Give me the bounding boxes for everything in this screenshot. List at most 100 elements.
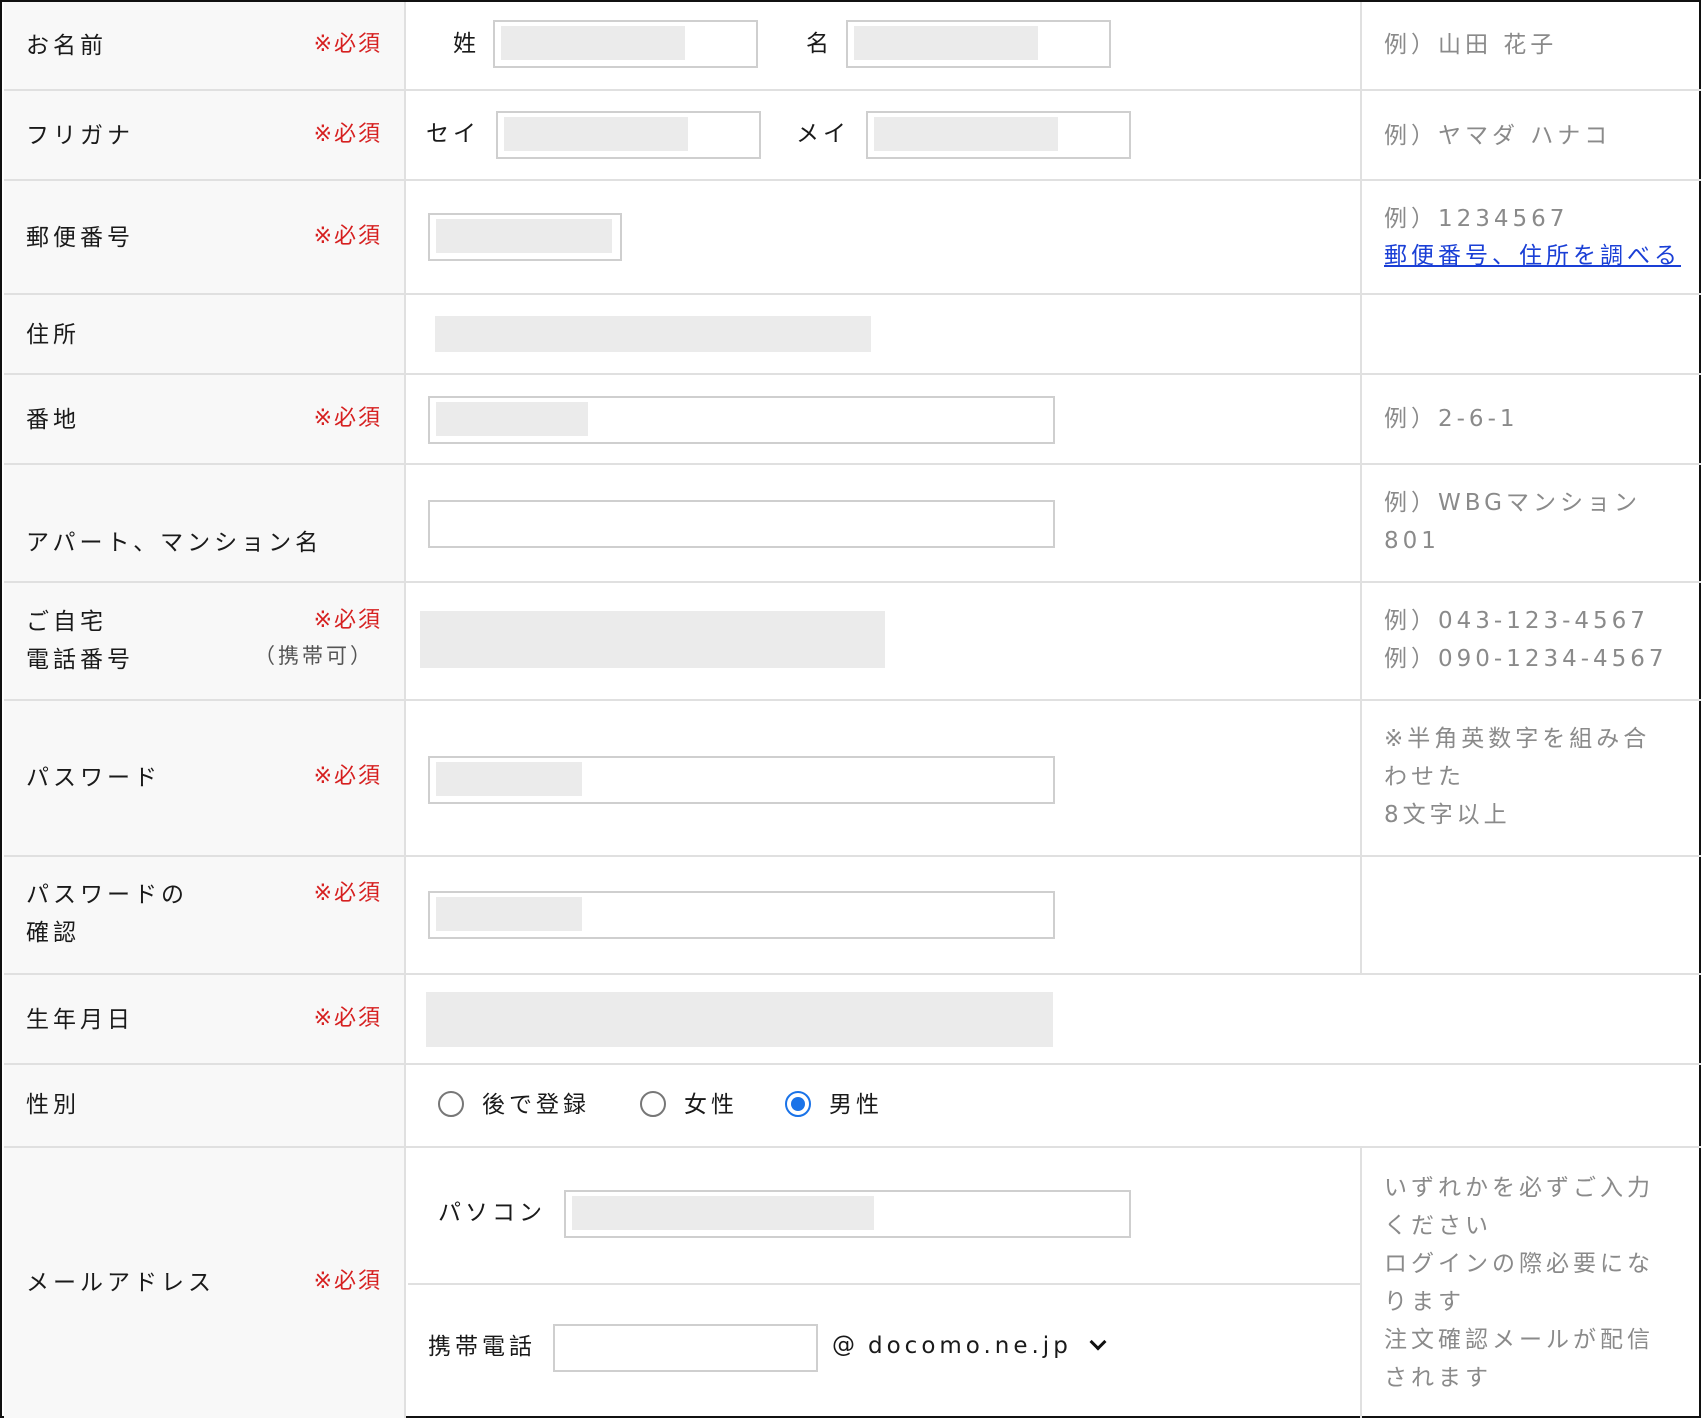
email-note-line2: ください (1384, 1213, 1492, 1239)
row-name: お名前 ※必須 姓 名 例）山田 花子 (4, 2, 1701, 91)
building-label: アパート、マンション名 (26, 530, 323, 556)
registration-form: お名前 ※必須 姓 名 例）山田 花子 フリガナ ※必須 セイ メイ 例）ヤマダ… (0, 0, 1701, 1418)
example-cell (1360, 857, 1701, 973)
mobile-domain-value: docomo.ne.jp (868, 1333, 1072, 1359)
password-confirm-input[interactable] (428, 891, 1055, 939)
masked-value (501, 26, 685, 60)
pc-email-label: パソコン (438, 1200, 546, 1226)
row-building: アパート、マンション名 例）WBGマンション 801 (4, 465, 1701, 583)
masked-value (504, 117, 688, 151)
phone-label-line1: ご自宅 (26, 609, 107, 635)
at-sign: @ (832, 1332, 859, 1358)
kana-label: フリガナ (26, 123, 134, 149)
label-cell: フリガナ ※必須 (4, 91, 406, 179)
password-confirm-label-line2: 確認 (26, 920, 80, 946)
gender-female-label[interactable]: 女性 (684, 1086, 738, 1124)
label-cell: 生年月日 ※必須 (4, 975, 406, 1063)
masked-value (436, 219, 612, 253)
email-note-line1: いずれかを必ずご入力 (1384, 1175, 1654, 1201)
row-phone: ご自宅 電話番号 ※必須 （携帯可） 例）043-123-4567 例）090-… (4, 583, 1701, 701)
example-cell: 例）2-6-1 (1360, 375, 1701, 463)
required-mark: ※必須 (313, 32, 382, 57)
email-divider (408, 1283, 1360, 1285)
email-label: メールアドレス (26, 1270, 215, 1296)
banchi-label: 番地 (26, 407, 80, 433)
password-confirm-label-line1: パスワードの (26, 882, 188, 908)
row-password-confirm: パスワードの 確認 ※必須 (4, 857, 1701, 975)
building-example-line2: 801 (1384, 528, 1440, 554)
required-mark: ※必須 (313, 608, 382, 633)
row-postal: 郵便番号 ※必須 例）1234567 郵便番号、住所を調べる (4, 181, 1701, 295)
birthday-select[interactable] (426, 992, 1053, 1047)
password-input[interactable] (428, 756, 1055, 804)
pc-email-input[interactable] (564, 1190, 1131, 1238)
example-cell: 例）WBGマンション 801 (1360, 465, 1701, 581)
phone-example-line2: 例）090-1234-4567 (1384, 646, 1668, 672)
postal-lookup-link[interactable]: 郵便番号、住所を調べる (1384, 243, 1681, 269)
email-note-line4: ります (1384, 1289, 1465, 1315)
masked-value (572, 1196, 874, 1230)
postal-example: 例）1234567 (1384, 206, 1569, 232)
email-note-line5: 注文確認メールが配信 (1384, 1327, 1654, 1353)
label-cell: アパート、マンション名 (4, 465, 406, 581)
password-rule-line2: わせた (1384, 764, 1465, 790)
label-cell: 郵便番号 ※必須 (4, 181, 406, 293)
required-mark: ※必須 (313, 122, 382, 147)
mobile-domain-select[interactable]: docomo.ne.jp (868, 1320, 1118, 1372)
example-cell: 例）山田 花子 (1360, 2, 1701, 89)
phone-value (420, 611, 885, 668)
gender-male-radio[interactable] (785, 1091, 811, 1117)
first-name-kana-input[interactable] (866, 111, 1131, 159)
banchi-input[interactable] (428, 396, 1055, 444)
label-cell: パスワード ※必須 (4, 701, 406, 855)
last-name-kana-input[interactable] (496, 111, 761, 159)
postal-label: 郵便番号 (26, 225, 134, 251)
building-input[interactable] (428, 500, 1055, 548)
required-mark: ※必須 (313, 764, 382, 789)
gender-male-label[interactable]: 男性 (829, 1086, 883, 1124)
postal-code-input[interactable] (428, 213, 622, 261)
mobile-email-label: 携帯電話 (428, 1334, 536, 1360)
required-mark: ※必須 (313, 881, 382, 906)
label-cell: パスワードの 確認 ※必須 (4, 857, 406, 973)
gender-later-label[interactable]: 後で登録 (482, 1086, 590, 1124)
gender-label: 性別 (26, 1092, 80, 1118)
required-mark: ※必須 (313, 224, 382, 249)
mei-label: 名 (806, 31, 833, 57)
mobile-email-input[interactable] (553, 1324, 818, 1372)
banchi-example: 例）2-6-1 (1384, 406, 1519, 432)
address-value (435, 316, 871, 352)
gender-female-radio[interactable] (640, 1091, 666, 1117)
masked-value (436, 762, 582, 796)
address-label: 住所 (26, 322, 80, 348)
input-cell: パソコン 携帯電話 @ docomo.ne.jp (408, 1148, 1360, 1418)
sei-label: 姓 (453, 31, 480, 57)
masked-value (436, 897, 582, 931)
email-note-line6: されます (1384, 1365, 1492, 1391)
label-cell: メールアドレス ※必須 (4, 1148, 406, 1418)
name-example: 例）山田 花子 (1384, 32, 1558, 58)
mobile-ok-note: （携帯可） (254, 644, 374, 668)
password-rule-line1: ※半角英数字を組み合 (1384, 726, 1651, 752)
last-name-input[interactable] (493, 20, 758, 68)
name-label: お名前 (26, 33, 107, 59)
row-password: パスワード ※必須 ※半角英数字を組み合 わせた 8文字以上 (4, 701, 1701, 857)
gender-later-radio[interactable] (438, 1091, 464, 1117)
required-mark: ※必須 (313, 1269, 382, 1294)
phone-label-line2: 電話番号 (26, 647, 134, 673)
row-address: 住所 (4, 295, 1701, 375)
required-mark: ※必須 (313, 1006, 382, 1031)
label-cell: お名前 ※必須 (4, 2, 406, 89)
label-cell: ご自宅 電話番号 ※必須 （携帯可） (4, 583, 406, 699)
example-cell: 例）ヤマダ ハナコ (1360, 91, 1701, 179)
first-name-input[interactable] (846, 20, 1111, 68)
masked-value (436, 402, 588, 436)
row-kana: フリガナ ※必須 セイ メイ 例）ヤマダ ハナコ (4, 91, 1701, 181)
password-label: パスワード (26, 765, 161, 791)
password-rule-line3: 8文字以上 (1384, 802, 1511, 828)
label-cell: 性別 (4, 1065, 406, 1146)
example-cell: ※半角英数字を組み合 わせた 8文字以上 (1360, 701, 1701, 855)
row-birthday: 生年月日 ※必須 (4, 975, 1701, 1065)
example-cell: 例）043-123-4567 例）090-1234-4567 (1360, 583, 1701, 699)
birthday-label: 生年月日 (26, 1007, 134, 1033)
